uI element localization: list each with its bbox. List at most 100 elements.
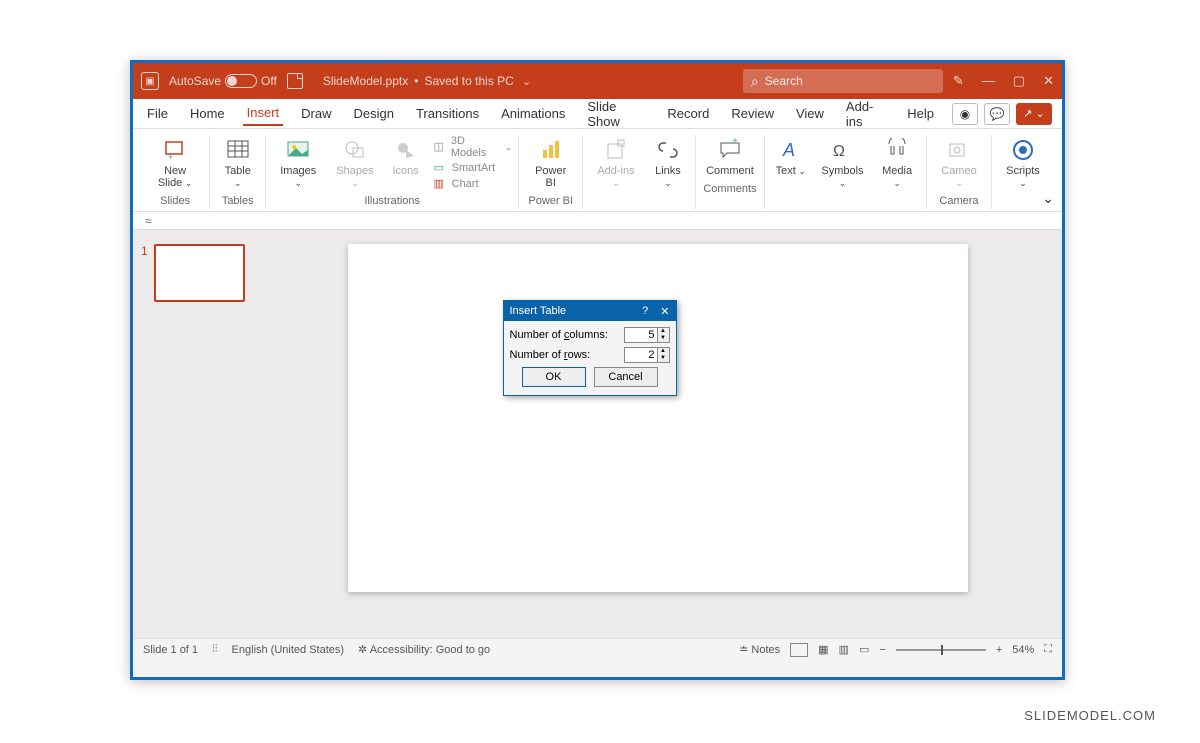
tab-record[interactable]: Record — [663, 102, 713, 125]
search-placeholder: Search — [765, 74, 803, 88]
images-button[interactable]: Images — [272, 135, 324, 191]
ribbon-collapse-button[interactable]: ⌄ — [1042, 190, 1054, 207]
tab-view[interactable]: View — [792, 102, 828, 125]
tab-transitions[interactable]: Transitions — [412, 102, 483, 125]
group-camera-label: Camera — [939, 191, 978, 209]
fit-to-window-button[interactable]: ⛶ — [1044, 643, 1052, 656]
brush-icon[interactable]: ✎ — [953, 73, 964, 89]
ok-button[interactable]: OK — [522, 367, 586, 387]
cancel-button[interactable]: Cancel — [594, 367, 658, 387]
powerbi-button[interactable]: Power BI — [525, 135, 576, 191]
ribbon-insert: + New Slide Slides Table Tables Images — [133, 129, 1062, 212]
status-bar: Slide 1 of 1 ⫶⫶ English (United States) … — [133, 638, 1062, 660]
thumb-number: 1 — [141, 244, 154, 302]
slide-sorter-button[interactable]: ▦ — [818, 643, 828, 656]
search-input[interactable]: Search — [743, 69, 943, 93]
dialog-titlebar[interactable]: Insert Table ? ✕ — [504, 301, 676, 321]
tab-design[interactable]: Design — [350, 102, 398, 125]
tab-slideshow[interactable]: Slide Show — [583, 95, 649, 133]
notes-button[interactable]: ≐ Notes — [739, 643, 780, 656]
comment-button[interactable]: + Comment — [702, 135, 758, 179]
zoom-level[interactable]: 54% — [1012, 644, 1034, 656]
menu-bar: File Home Insert Draw Design Transitions… — [133, 99, 1062, 129]
tab-animations[interactable]: Animations — [497, 102, 569, 125]
scripts-button[interactable]: Scripts — [998, 135, 1048, 191]
powerpoint-icon: ▣ — [141, 72, 159, 90]
tab-draw[interactable]: Draw — [297, 102, 335, 125]
slideshow-view-button[interactable]: ▭ — [859, 643, 869, 656]
rows-label: Number of rows: — [510, 349, 591, 361]
group-comments-label: Comments — [703, 179, 756, 197]
text-icon: A — [776, 137, 806, 163]
icons-icon — [391, 137, 421, 163]
columns-input[interactable] — [624, 327, 658, 343]
tab-insert[interactable]: Insert — [243, 101, 284, 126]
text-button[interactable]: A Text — [771, 135, 811, 179]
save-status: Saved to this PC — [424, 74, 513, 88]
close-button[interactable]: ✕ — [1043, 73, 1054, 89]
slide-1[interactable]: Insert Table ? ✕ Number of columns: ▲▼ — [348, 244, 968, 592]
cameo-button[interactable]: Cameo — [933, 135, 985, 191]
toggle-pill-icon — [225, 74, 257, 88]
maximize-button[interactable]: ▢ — [1013, 73, 1025, 89]
accessibility-status[interactable]: ✲ Accessibility: Good to go — [358, 643, 490, 656]
slide-thumbnail-1[interactable] — [154, 244, 245, 302]
watermark: SLIDEMODEL.COM — [1024, 708, 1156, 723]
cube-icon: ◫ — [434, 140, 447, 154]
minimize-button[interactable]: — — [982, 73, 995, 89]
shapes-button[interactable]: Shapes — [328, 135, 381, 191]
spellcheck-icon[interactable]: ⫶⫶ — [212, 643, 218, 656]
spin-down-icon[interactable]: ▼ — [658, 355, 669, 362]
camera-record-button[interactable]: ◉ — [952, 103, 978, 125]
rows-spinner[interactable]: ▲▼ — [624, 347, 670, 363]
rows-input[interactable] — [624, 347, 658, 363]
icons-button[interactable]: Icons — [386, 135, 426, 179]
group-slides-label: Slides — [160, 191, 190, 209]
save-icon[interactable] — [287, 73, 303, 89]
addins-button[interactable]: Add-ins — [589, 135, 643, 191]
reading-view-button[interactable]: ▥ — [839, 643, 849, 656]
columns-label: Number of columns: — [510, 329, 608, 341]
dialog-help-button[interactable]: ? — [642, 305, 648, 318]
smartart-button[interactable]: ▭SmartArt — [434, 161, 513, 175]
media-button[interactable]: Media — [874, 135, 920, 191]
normal-view-button[interactable] — [790, 643, 808, 657]
app-window: ▣ AutoSave Off SlideModel.pptx • Saved t… — [130, 60, 1065, 680]
svg-text:+: + — [168, 152, 173, 162]
autosave-toggle[interactable]: AutoSave Off — [169, 74, 277, 88]
symbols-button[interactable]: Ω Symbols — [815, 135, 870, 191]
dialog-title: Insert Table — [510, 305, 567, 317]
group-tables-label: Tables — [222, 191, 254, 209]
tab-home[interactable]: Home — [186, 102, 229, 125]
powerbi-icon — [536, 137, 566, 163]
work-area: 1 Insert Table ? ✕ Number of co — [133, 230, 1062, 638]
qat-chevron-icon[interactable]: ≈ — [145, 214, 152, 228]
3d-models-button[interactable]: ◫3D Models — [434, 135, 513, 159]
tab-review[interactable]: Review — [727, 102, 778, 125]
tab-addins[interactable]: Add-ins — [842, 95, 889, 133]
table-button[interactable]: Table — [216, 135, 259, 191]
new-slide-button[interactable]: + New Slide — [147, 135, 203, 191]
tab-file[interactable]: File — [143, 102, 172, 125]
share-button[interactable]: ↗ ⌄ — [1016, 103, 1052, 125]
spin-up-icon[interactable]: ▲ — [658, 348, 669, 355]
zoom-slider[interactable] — [896, 649, 986, 651]
zoom-out-button[interactable]: − — [879, 644, 885, 656]
slide-counter[interactable]: Slide 1 of 1 — [143, 644, 198, 656]
columns-spinner[interactable]: ▲▼ — [624, 327, 670, 343]
spin-up-icon[interactable]: ▲ — [658, 328, 669, 335]
slide-canvas: Insert Table ? ✕ Number of columns: ▲▼ — [253, 230, 1062, 638]
thumbnail-pane[interactable]: 1 — [133, 230, 253, 638]
dialog-close-button[interactable]: ✕ — [660, 305, 669, 318]
svg-text:Ω: Ω — [833, 143, 845, 160]
document-title[interactable]: SlideModel.pptx • Saved to this PC — [313, 74, 733, 88]
language-status[interactable]: English (United States) — [232, 644, 345, 656]
new-slide-icon: + — [160, 137, 190, 163]
zoom-in-button[interactable]: + — [996, 644, 1002, 656]
tab-help[interactable]: Help — [903, 102, 938, 125]
group-illustrations-label: Illustrations — [364, 191, 420, 209]
links-button[interactable]: Links — [647, 135, 689, 191]
comments-pane-button[interactable]: 💬 — [984, 103, 1010, 125]
spin-down-icon[interactable]: ▼ — [658, 335, 669, 342]
chart-button[interactable]: ▥Chart — [434, 177, 513, 191]
